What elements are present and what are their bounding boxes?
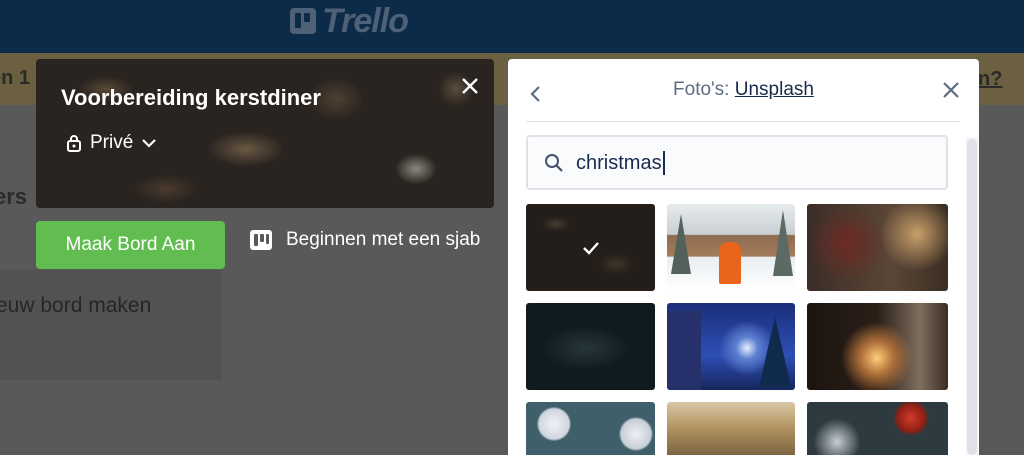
search-value: christmas [576,150,665,175]
board-preview: Voorbereiding kerstdiner Privé [36,59,494,208]
unsplash-link[interactable]: Unsplash [735,79,814,100]
search-icon [545,153,563,172]
logo-text: Trello [322,1,409,40]
lock-icon [67,135,81,152]
photo-thumbnail-snowy-town[interactable] [667,303,795,390]
close-icon[interactable] [940,79,962,101]
scrollbar-thumb[interactable] [967,139,977,455]
start-with-template-button[interactable]: Beginnen met een sjab [248,227,480,253]
photo-thumbnail-pine-branches[interactable] [526,303,655,390]
top-navigation-bar: Trello [0,0,1024,53]
board-title-input[interactable]: Voorbereiding kerstdiner [61,85,321,111]
photo-thumbnail-white-ornaments[interactable] [526,402,655,455]
banner-link[interactable]: n? [978,68,1002,91]
privacy-label: Privé [90,132,134,153]
banner-text: en 1 [0,67,31,89]
person-in-orange-coat [719,242,741,284]
template-label: Beginnen met een sjab [286,229,481,250]
template-icon [250,230,272,250]
photo-thumbnail-advent-lights[interactable] [667,402,795,455]
tree-shape [759,317,791,387]
tree-shape [773,210,793,276]
divider [526,121,960,122]
photo-thumbnail-kids-by-tree[interactable] [807,303,948,390]
trello-board-icon [290,8,316,34]
trello-logo[interactable]: Trello [290,1,409,40]
check-icon [582,241,599,255]
picker-title: Foto's: Unsplash [508,79,979,101]
background-new-board-link[interactable]: euw bord maken [0,294,151,318]
background-section-heading: ers [0,184,28,209]
photo-thumbnail-red-ornament[interactable] [807,402,948,455]
tree-shape [671,214,691,274]
picker-title-prefix: Foto's: [673,79,730,100]
close-icon[interactable] [459,75,481,97]
privacy-selector[interactable]: Privé [66,132,157,154]
photo-thumbnail-stockings[interactable] [807,204,948,291]
photo-thumbnail-snowy-cabin[interactable] [667,204,795,291]
background-panel [0,270,222,380]
photo-thumbnail-oak-leaves[interactable] [526,204,655,291]
photo-picker-panel: Foto's: Unsplash christmas [508,59,979,455]
photo-search-input[interactable]: christmas [526,135,948,190]
selected-checkmark [526,204,655,291]
chevron-down-icon [142,139,157,148]
building-shape [667,311,701,390]
create-board-button[interactable]: Maak Bord Aan [36,221,225,269]
